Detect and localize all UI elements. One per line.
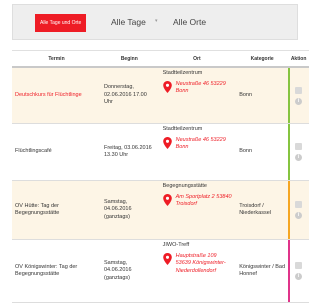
header-beginn: Beginn [100,50,158,68]
table-header-row: Termin Beginn Ort Kategorie Aktion [12,50,309,68]
document-icon[interactable] [295,201,303,208]
table-row: OV Königswinter: Tag der Begegnungsstätt… [12,239,309,303]
venue-name: Stadtteilzentrum [162,126,203,132]
info-icon[interactable]: i [295,97,303,105]
event-title[interactable]: OV Hütte: Tag der Begegnungsstätte [12,180,101,240]
venue-name: JIWO-Treff [162,242,190,248]
info-icon[interactable]: i [295,273,303,280]
table-row: Flüchtlingscafé Freitag, 03.06.2016 13.3… [12,123,309,181]
document-icon[interactable] [295,262,303,269]
event-start: Donnerstag, 02.06.2016 17.00 Uhr [100,67,158,124]
map-pin-icon[interactable] [162,80,172,93]
document-icon[interactable] [295,143,303,150]
table-row: OV Hütte: Tag der Begegnungsstätte Samst… [12,180,309,240]
event-start: Samstag, 04.06.2016 (ganztags) [100,180,158,240]
days-select[interactable]: Alle Tage [111,17,146,27]
event-location: Stadtteilzentrum Neustraße 46 53229 Bonn [157,123,237,181]
event-category: Bonn [236,67,289,124]
filter-bar: Alle Tage und Orte Alle Tage ▾ Alle Orte [12,4,298,40]
header-aktion: Aktion [288,50,309,68]
event-location: Stadtteilzentrum Neustraße 46 53229 Bonn [157,67,237,124]
category-color-stripe [288,124,291,180]
event-actions: i [288,123,309,181]
event-actions: i [288,239,309,303]
category-color-stripe [288,240,291,302]
map-pin-icon[interactable] [162,136,172,149]
event-location: Begegnungsstätte Am Sportplatz 2 53840 T… [157,180,237,240]
event-category: Bonn [236,123,289,181]
header-termin: Termin [12,50,101,68]
document-icon[interactable] [295,86,303,94]
event-category: Königswinter / Bad Honnef [236,239,289,303]
event-title[interactable]: Flüchtlingscafé [12,123,101,181]
event-title[interactable]: Deutschkurs für Flüchtlinge [12,67,101,124]
map-pin-icon[interactable] [162,252,172,265]
info-icon[interactable]: i [295,154,303,161]
event-start: Freitag, 03.06.2016 13.30 Uhr [100,123,158,181]
venue-name: Stadtteilzentrum [162,70,203,76]
event-title[interactable]: OV Königswinter: Tag der Begegnungsstätt… [12,239,101,303]
event-address[interactable]: Hauptstraße 109 53639 Königswinter-Niede… [176,253,234,276]
places-select[interactable]: Alle Orte [173,17,206,27]
event-category: Troisdorf / Niederkassel [236,180,289,240]
header-ort: Ort [157,50,237,68]
venue-name: Begegnungsstätte [162,183,207,189]
events-table: Termin Beginn Ort Kategorie Aktion Deuts… [12,50,309,303]
table-row: Deutschkurs für Flüchtlinge Donnerstag, … [12,67,309,124]
event-address[interactable]: Neustraße 46 53229 Bonn [176,137,234,152]
event-address[interactable]: Am Sportplatz 2 53840 Troisdorf [176,194,234,209]
all-days-and-places-button[interactable]: Alle Tage und Orte [35,14,87,32]
info-icon[interactable]: i [295,212,303,219]
days-select-caret-icon: ▾ [155,18,158,24]
event-actions: i [288,67,309,124]
category-color-stripe [288,68,291,123]
header-kategorie: Kategorie [236,50,289,68]
event-location: JIWO-Treff Hauptstraße 109 53639 Königsw… [157,239,237,303]
event-address[interactable]: Neustraße 46 53229 Bonn [176,81,234,96]
event-start: Samstag, 04.06.2016 (ganztags) [100,239,158,303]
event-actions: i [288,180,309,240]
category-color-stripe [288,181,291,239]
map-pin-icon[interactable] [162,193,172,206]
